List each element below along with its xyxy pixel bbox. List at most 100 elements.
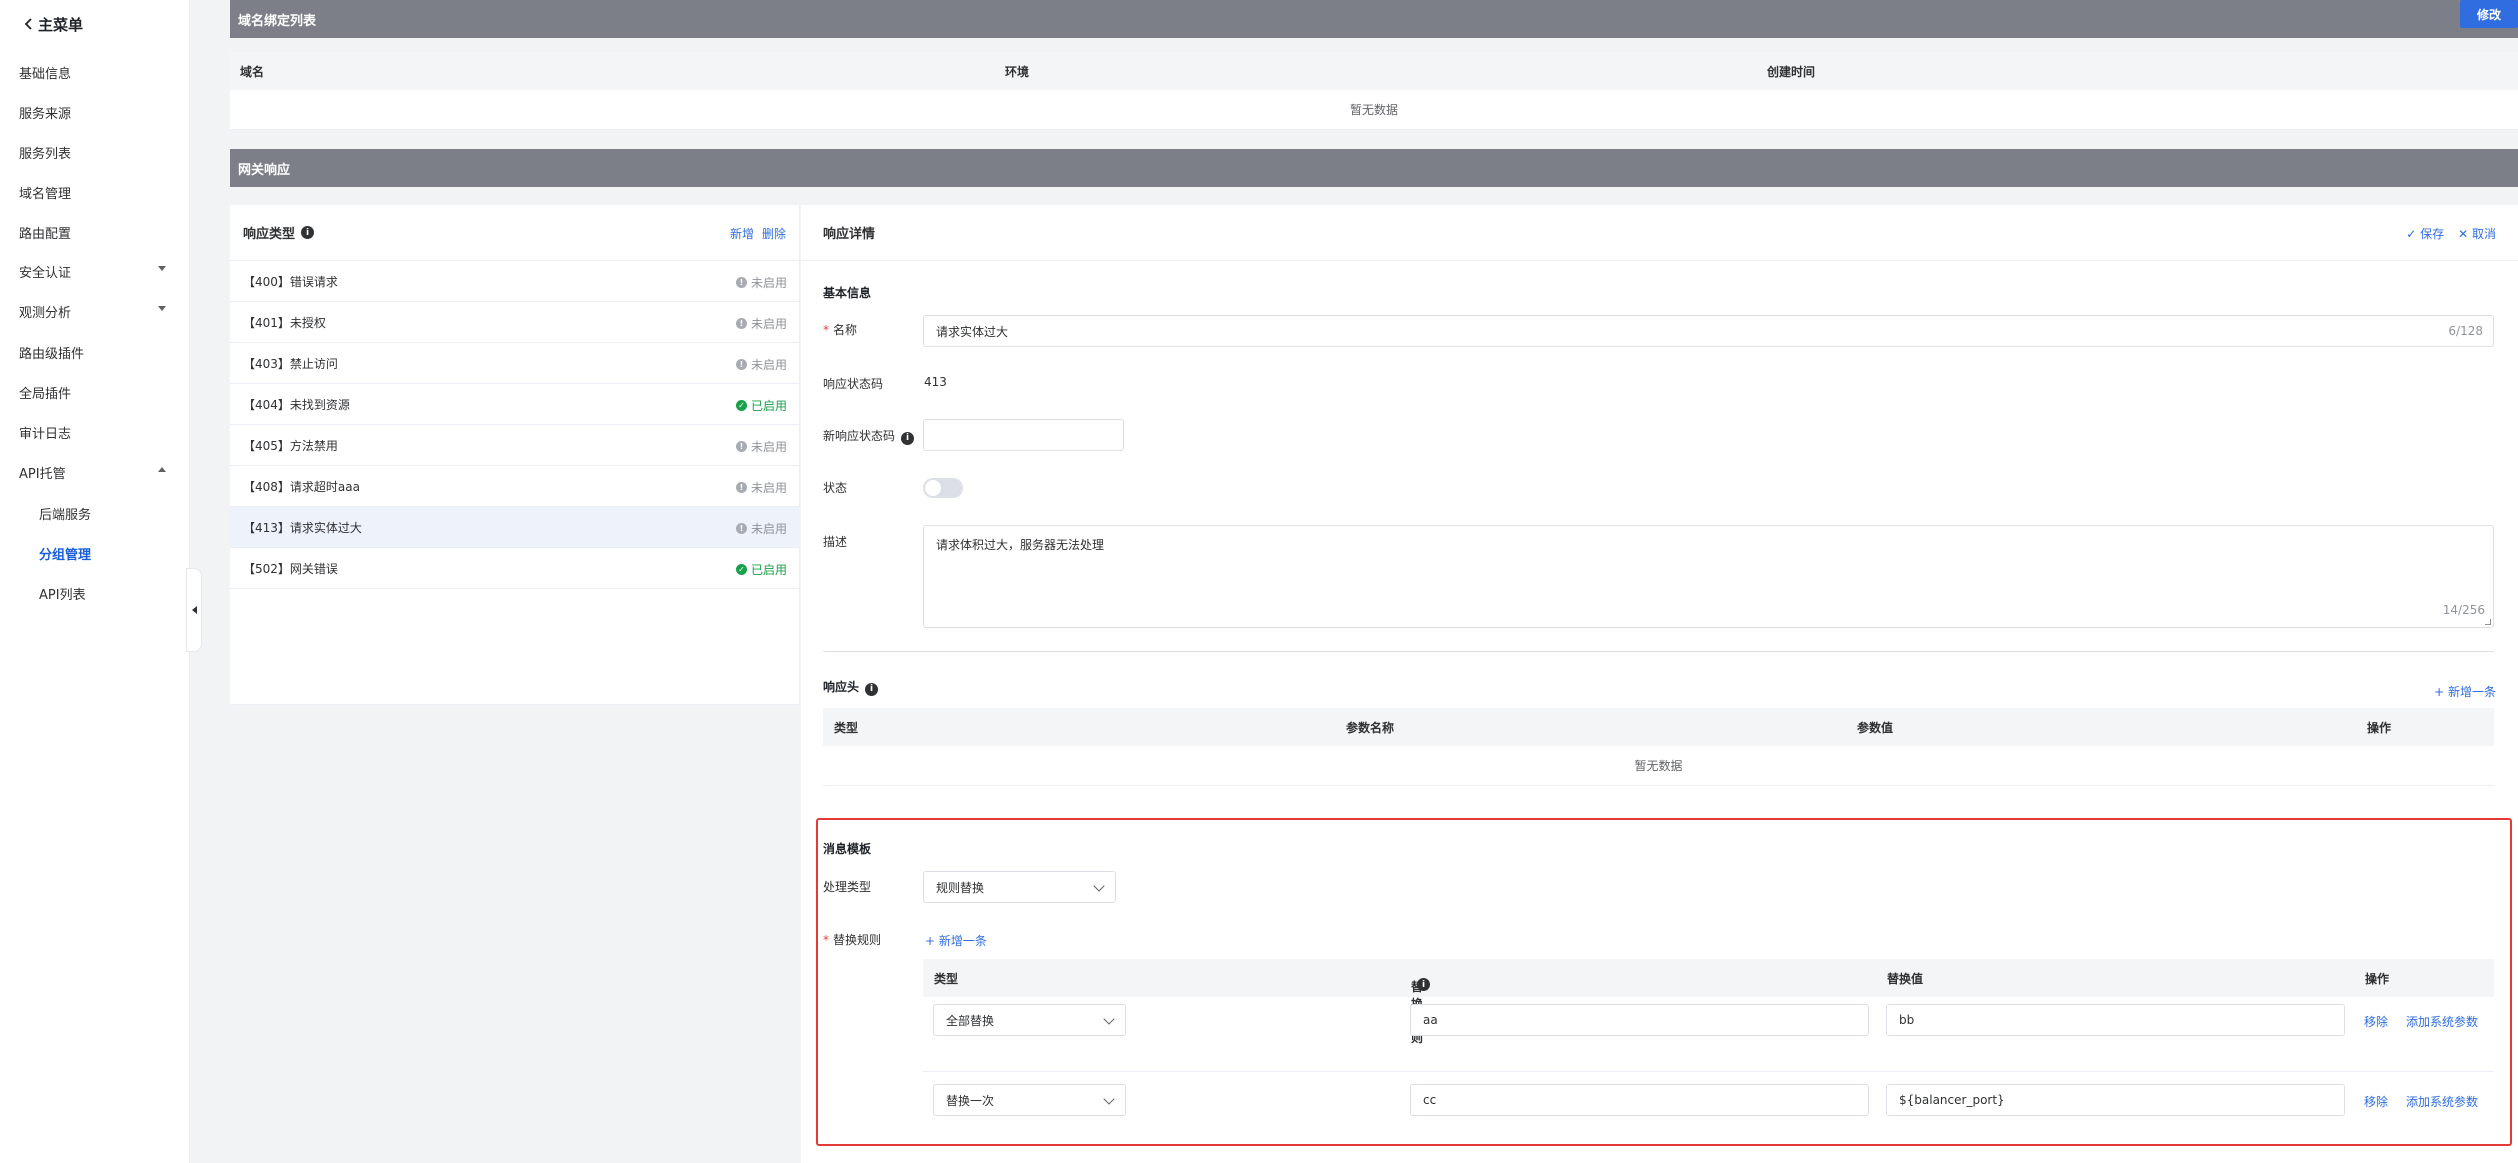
status-code-label: 响应状态码 — [823, 377, 884, 391]
delete-response-type-link[interactable]: 删除 — [762, 225, 786, 242]
name-value: 请求实体过大 — [936, 324, 1009, 339]
sidebar-item-service-list[interactable]: 服务列表 — [0, 132, 190, 172]
status-badge: ✓ 已启用 — [735, 397, 787, 414]
back-to-main-menu[interactable]: 主菜单 — [24, 14, 83, 35]
status-text: 未启用 — [750, 317, 787, 331]
response-detail-header: 响应详情 ✓ 保存 ✕ 取消 — [801, 205, 2518, 261]
add-header-link[interactable]: + 新增一条 — [2434, 683, 2496, 700]
sidebar-collapse-toggle[interactable] — [186, 568, 202, 652]
description-label: 描述 — [823, 535, 848, 549]
gateway-section-header: 网关响应 — [230, 149, 2518, 187]
cancel-button[interactable]: ✕ 取消 — [2458, 225, 2496, 242]
name-field[interactable]: 请求实体过大 6/128 — [923, 315, 2494, 347]
name-label: * 名称 — [823, 323, 858, 337]
column-header: 域名 — [240, 64, 265, 79]
sidebar-item-label: 分组管理 — [39, 547, 92, 563]
state-toggle[interactable] — [923, 478, 963, 498]
status-text: 未启用 — [750, 481, 787, 495]
column-header: 环境 — [1005, 64, 1030, 79]
new-status-code-field[interactable] — [923, 419, 1124, 451]
headers-table-header: 类型 参数名称 参数值 操作 — [823, 708, 2494, 746]
sidebar-item-api-hosting[interactable]: API托管 — [0, 452, 190, 492]
resize-handle-icon[interactable] — [2485, 619, 2491, 625]
back-title: 主菜单 — [38, 16, 84, 34]
caret-down-icon — [158, 266, 166, 271]
sidebar-item-label: 全局插件 — [19, 386, 72, 402]
info-icon[interactable]: i — [301, 226, 315, 239]
disabled-icon: ! — [735, 277, 747, 288]
response-type-row-selected[interactable]: 【413】请求实体过大 ! 未启用 — [230, 507, 800, 548]
info-icon[interactable]: i — [901, 431, 915, 445]
response-type-header: 响应类型 i 新增 删除 — [230, 205, 799, 261]
response-type-row[interactable]: 【502】网关错误 ✓ 已启用 — [230, 548, 800, 589]
column-header: 参数值 — [1857, 720, 1894, 735]
response-type-label: 【413】请求实体过大 — [243, 520, 362, 535]
response-type-row[interactable]: 【400】错误请求 ! 未启用 — [230, 261, 800, 302]
panel-divider — [230, 704, 800, 705]
status-text: 未启用 — [750, 276, 787, 290]
response-type-row[interactable]: 【408】请求超时aaa ! 未启用 — [230, 466, 800, 507]
response-type-row[interactable]: 【405】方法禁用 ! 未启用 — [230, 425, 800, 466]
sidebar-item-route-plugins[interactable]: 路由级插件 — [0, 332, 190, 372]
caret-left-icon — [191, 606, 197, 614]
edit-button[interactable]: 修改 — [2460, 0, 2518, 28]
section-divider — [823, 651, 2494, 652]
response-type-label: 【404】未找到资源 — [243, 397, 350, 412]
sidebar-item-label: API列表 — [39, 587, 86, 603]
status-text: 已启用 — [750, 563, 787, 577]
sidebar-item-label: 路由级插件 — [19, 346, 85, 362]
sidebar-item-observability[interactable]: 观测分析 — [0, 291, 190, 331]
response-type-label: 【408】请求超时aaa — [243, 479, 360, 494]
sidebar-item-group-management[interactable]: 分组管理 — [0, 533, 190, 573]
description-char-count: 14/256 — [2442, 603, 2485, 617]
response-type-label: 【502】网关错误 — [243, 561, 338, 576]
status-text: 未启用 — [750, 358, 787, 372]
sidebar-item-domain[interactable]: 域名管理 — [0, 172, 190, 212]
sidebar-item-service-source[interactable]: 服务来源 — [0, 92, 190, 132]
description-field[interactable]: 请求体积过大，服务器无法处理 14/256 — [923, 525, 2494, 628]
state-label: 状态 — [823, 481, 848, 495]
sidebar-item-api-list[interactable]: API列表 — [0, 573, 190, 613]
sidebar-item-label: 观测分析 — [19, 305, 72, 321]
toggle-knob — [925, 480, 941, 496]
response-type-label: 【405】方法禁用 — [243, 438, 338, 453]
response-type-panel: 响应类型 i 新增 删除 【400】错误请求 ! 未启用 【401】未授权 ! 未启… — [230, 205, 800, 705]
sidebar-item-route[interactable]: 路由配置 — [0, 212, 190, 252]
sidebar-item-global-plugins[interactable]: 全局插件 — [0, 372, 190, 412]
add-response-type-link[interactable]: 新增 — [730, 225, 754, 242]
sidebar-item-basic-info[interactable]: 基础信息 — [0, 52, 190, 92]
status-badge: ! 未启用 — [735, 356, 787, 373]
name-label-text: 名称 — [833, 323, 858, 337]
name-char-count: 6/128 — [2448, 324, 2483, 338]
disabled-icon: ! — [735, 318, 747, 329]
response-type-row[interactable]: 【403】禁止访问 ! 未启用 — [230, 343, 800, 384]
sidebar-item-security[interactable]: 安全认证 — [0, 251, 190, 291]
disabled-icon: ! — [735, 523, 747, 534]
response-type-label: 【403】禁止访问 — [243, 356, 338, 371]
disabled-icon: ! — [735, 359, 747, 370]
sidebar-item-label: 安全认证 — [19, 265, 72, 281]
sidebar: 主菜单 基础信息 服务来源 服务列表 域名管理 路由配置 安全认证 观测分析 路… — [0, 0, 190, 1163]
response-type-title: 响应类型 — [243, 227, 296, 242]
basic-info-title: 基本信息 — [823, 286, 872, 300]
response-type-label: 【401】未授权 — [243, 315, 326, 330]
status-code-value: 413 — [924, 375, 947, 389]
caret-down-icon — [158, 306, 166, 311]
sidebar-item-label: 服务列表 — [19, 146, 72, 162]
headers-table-empty: 暂无数据 — [823, 746, 2494, 786]
response-headers-title-text: 响应头 — [823, 680, 860, 694]
status-text: 未启用 — [750, 522, 787, 536]
sidebar-item-backend-service[interactable]: 后端服务 — [0, 493, 190, 533]
sidebar-item-label: 审计日志 — [19, 426, 72, 442]
response-type-row[interactable]: 【404】未找到资源 ✓ 已启用 — [230, 384, 800, 425]
new-status-code-label-text: 新响应状态码 — [823, 429, 896, 443]
save-button[interactable]: ✓ 保存 — [2406, 225, 2444, 242]
status-badge: ! 未启用 — [735, 438, 787, 455]
sidebar-item-audit-log[interactable]: 审计日志 — [0, 412, 190, 452]
response-headers-title: 响应头 i — [823, 678, 879, 696]
response-type-row[interactable]: 【401】未授权 ! 未启用 — [230, 302, 800, 343]
chevron-left-icon — [24, 16, 34, 34]
info-icon[interactable]: i — [865, 682, 879, 696]
highlight-box — [816, 818, 2512, 1146]
disabled-icon: ! — [735, 441, 747, 452]
